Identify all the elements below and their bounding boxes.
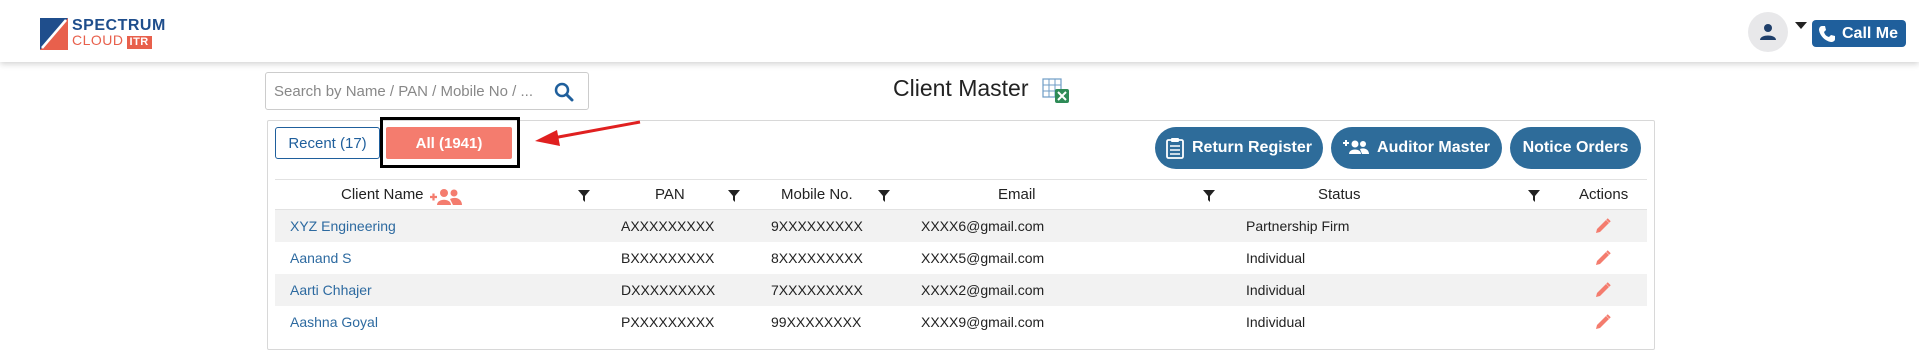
status-cell: Individual <box>1246 250 1306 266</box>
pan-cell: BXXXXXXXXX <box>621 250 715 266</box>
email-cell: XXXX5@gmail.com <box>921 250 1045 266</box>
mobile-cell: 9XXXXXXXXX <box>771 218 863 234</box>
auditor-master-label: Auditor Master <box>1377 139 1490 156</box>
page-title: Client Master <box>893 75 1029 101</box>
table-header: Client Name PAN Mobile No. Email Status … <box>275 179 1647 210</box>
logo-mark-icon <box>40 18 68 50</box>
filter-icon[interactable] <box>878 190 890 202</box>
status-cell: Individual <box>1246 282 1306 298</box>
user-avatar-button[interactable] <box>1748 12 1788 52</box>
return-register-label: Return Register <box>1191 139 1313 156</box>
client-name-link[interactable]: Aanand S <box>290 250 352 266</box>
status-cell: Individual <box>1246 314 1306 330</box>
email-cell: XXXX9@gmail.com <box>921 314 1045 330</box>
excel-export-icon[interactable] <box>1042 78 1070 104</box>
user-icon <box>1760 24 1776 40</box>
status-cell: Partnership Firm <box>1246 218 1350 234</box>
edit-pencil-icon[interactable] <box>1595 314 1611 330</box>
pan-cell: DXXXXXXXXX <box>621 282 716 298</box>
add-client-icon[interactable] <box>430 187 462 207</box>
client-name-link[interactable]: Aashna Goyal <box>290 314 378 330</box>
table-row[interactable]: Aashna Goyal PXXXXXXXXX 99XXXXXXXX XXXX9… <box>275 306 1647 338</box>
chevron-down-icon[interactable] <box>1795 22 1807 29</box>
table-row[interactable]: Aanand S BXXXXXXXXX 8XXXXXXXXX XXXX5@gma… <box>275 242 1647 274</box>
mobile-cell: 7XXXXXXXXX <box>771 282 863 298</box>
filter-icon[interactable] <box>728 190 740 202</box>
client-name-link[interactable]: XYZ Engineering <box>290 218 396 234</box>
header-pan[interactable]: PAN <box>655 186 685 203</box>
search-container <box>265 72 589 110</box>
mobile-cell: 8XXXXXXXXX <box>771 250 863 266</box>
header-client-name[interactable]: Client Name <box>341 186 424 203</box>
call-me-label: Call Me <box>1842 24 1899 42</box>
client-table: Client Name PAN Mobile No. Email Status … <box>275 179 1647 338</box>
logo-badge-itr: ITR <box>126 36 152 49</box>
pan-cell: PXXXXXXXXX <box>621 314 715 330</box>
logo-text-spectrum: SPECTRUM <box>72 17 166 34</box>
email-cell: XXXX2@gmail.com <box>921 282 1045 298</box>
spectrum-logo[interactable]: SPECTRUM CLOUD ITR <box>40 18 166 50</box>
table-row[interactable]: XYZ Engineering AXXXXXXXXX 9XXXXXXXXX XX… <box>275 210 1647 242</box>
red-arrow-annotation <box>535 120 641 146</box>
header-status[interactable]: Status <box>1318 186 1361 203</box>
filter-icon[interactable] <box>1528 190 1540 202</box>
table-row[interactable]: Aarti Chhajer DXXXXXXXXX 7XXXXXXXXX XXXX… <box>275 274 1647 306</box>
logo-text-cloud: CLOUD <box>72 32 124 48</box>
add-users-icon <box>1343 140 1370 154</box>
tab-recent[interactable]: Recent (17) <box>275 127 380 159</box>
edit-pencil-icon[interactable] <box>1595 282 1611 298</box>
search-icon[interactable] <box>554 82 574 102</box>
email-cell: XXXX6@gmail.com <box>921 218 1045 234</box>
call-me-button[interactable]: Call Me <box>1812 20 1906 47</box>
notice-orders-button[interactable]: Notice Orders <box>1510 127 1641 169</box>
filter-icon[interactable] <box>1203 190 1215 202</box>
phone-icon <box>1819 25 1835 42</box>
search-input[interactable] <box>266 82 536 100</box>
header-email[interactable]: Email <box>998 186 1036 203</box>
edit-pencil-icon[interactable] <box>1595 250 1611 266</box>
filter-icon[interactable] <box>578 190 590 202</box>
header-mobile[interactable]: Mobile No. <box>781 186 853 203</box>
edit-pencil-icon[interactable] <box>1595 218 1611 234</box>
mobile-cell: 99XXXXXXXX <box>771 314 862 330</box>
clipboard-icon <box>1166 138 1184 159</box>
client-name-link[interactable]: Aarti Chhajer <box>290 282 372 298</box>
pan-cell: AXXXXXXXXX <box>621 218 715 234</box>
top-header: SPECTRUM CLOUD ITR Call Me <box>0 0 1919 62</box>
header-actions: Actions <box>1579 186 1629 203</box>
auditor-master-button[interactable]: Auditor Master <box>1331 127 1502 169</box>
tab-all[interactable]: All (1941) <box>386 127 512 159</box>
return-register-button[interactable]: Return Register <box>1155 127 1323 169</box>
